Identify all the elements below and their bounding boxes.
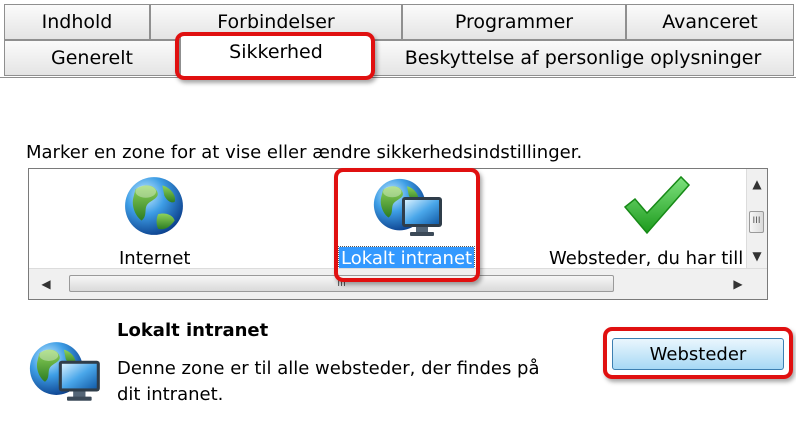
zone-intranet-label[interactable]: Lokalt intranet <box>337 246 476 271</box>
scroll-down-icon[interactable]: ▼ <box>747 249 767 263</box>
selected-zone-title: Lokalt intranet <box>117 320 269 341</box>
websteder-button[interactable]: Websteder <box>612 338 784 370</box>
scroll-right-icon[interactable]: ▶ <box>731 277 745 291</box>
tab-avanceret[interactable]: Avanceret <box>626 4 794 40</box>
zone-list[interactable]: Internet Lokalt intranet Websteder, du h… <box>28 168 768 300</box>
zone-instruction: Marker en zone for at vise eller ændre s… <box>26 142 583 163</box>
selected-zone-description: Denne zone er til alle websteder, der fi… <box>117 358 540 405</box>
vertical-scrollbar[interactable]: ▲ III ▼ <box>746 169 767 269</box>
globe-icon[interactable] <box>123 175 185 237</box>
tab-label: Beskyttelse af personlige oplysninger <box>404 46 762 69</box>
tab-programmer[interactable]: Programmer <box>402 4 626 40</box>
vertical-scroll-thumb[interactable]: III <box>749 211 764 233</box>
zone-trusted-label[interactable]: Websteder, du har till <box>547 247 745 270</box>
tab-beskyttelse[interactable]: Beskyttelse af personlige oplysninger <box>372 40 794 76</box>
tab-generelt[interactable]: Generelt <box>4 40 180 76</box>
tab-label: Forbindelser <box>217 10 335 33</box>
tab-label: Avanceret <box>662 10 758 33</box>
zone-internet-label[interactable]: Internet <box>117 247 192 270</box>
horizontal-scroll-thumb[interactable]: III <box>69 275 614 292</box>
horizontal-scrollbar[interactable]: ◀ III ▶ <box>29 268 767 299</box>
checkmark-icon[interactable] <box>621 173 691 237</box>
scroll-up-icon[interactable]: ▲ <box>747 177 767 191</box>
tab-panel-border <box>0 77 796 78</box>
tab-sikkerhed[interactable]: Sikkerhed <box>180 34 372 78</box>
tab-indhold[interactable]: Indhold <box>4 4 150 40</box>
intranet-icon[interactable] <box>372 175 448 241</box>
tab-label: Generelt <box>51 46 133 69</box>
selected-zone-intranet-icon <box>28 338 106 406</box>
tab-label: Programmer <box>454 10 574 33</box>
scroll-left-icon[interactable]: ◀ <box>39 277 53 291</box>
tab-label: Sikkerhed <box>229 41 323 63</box>
tab-label: Indhold <box>41 10 113 33</box>
